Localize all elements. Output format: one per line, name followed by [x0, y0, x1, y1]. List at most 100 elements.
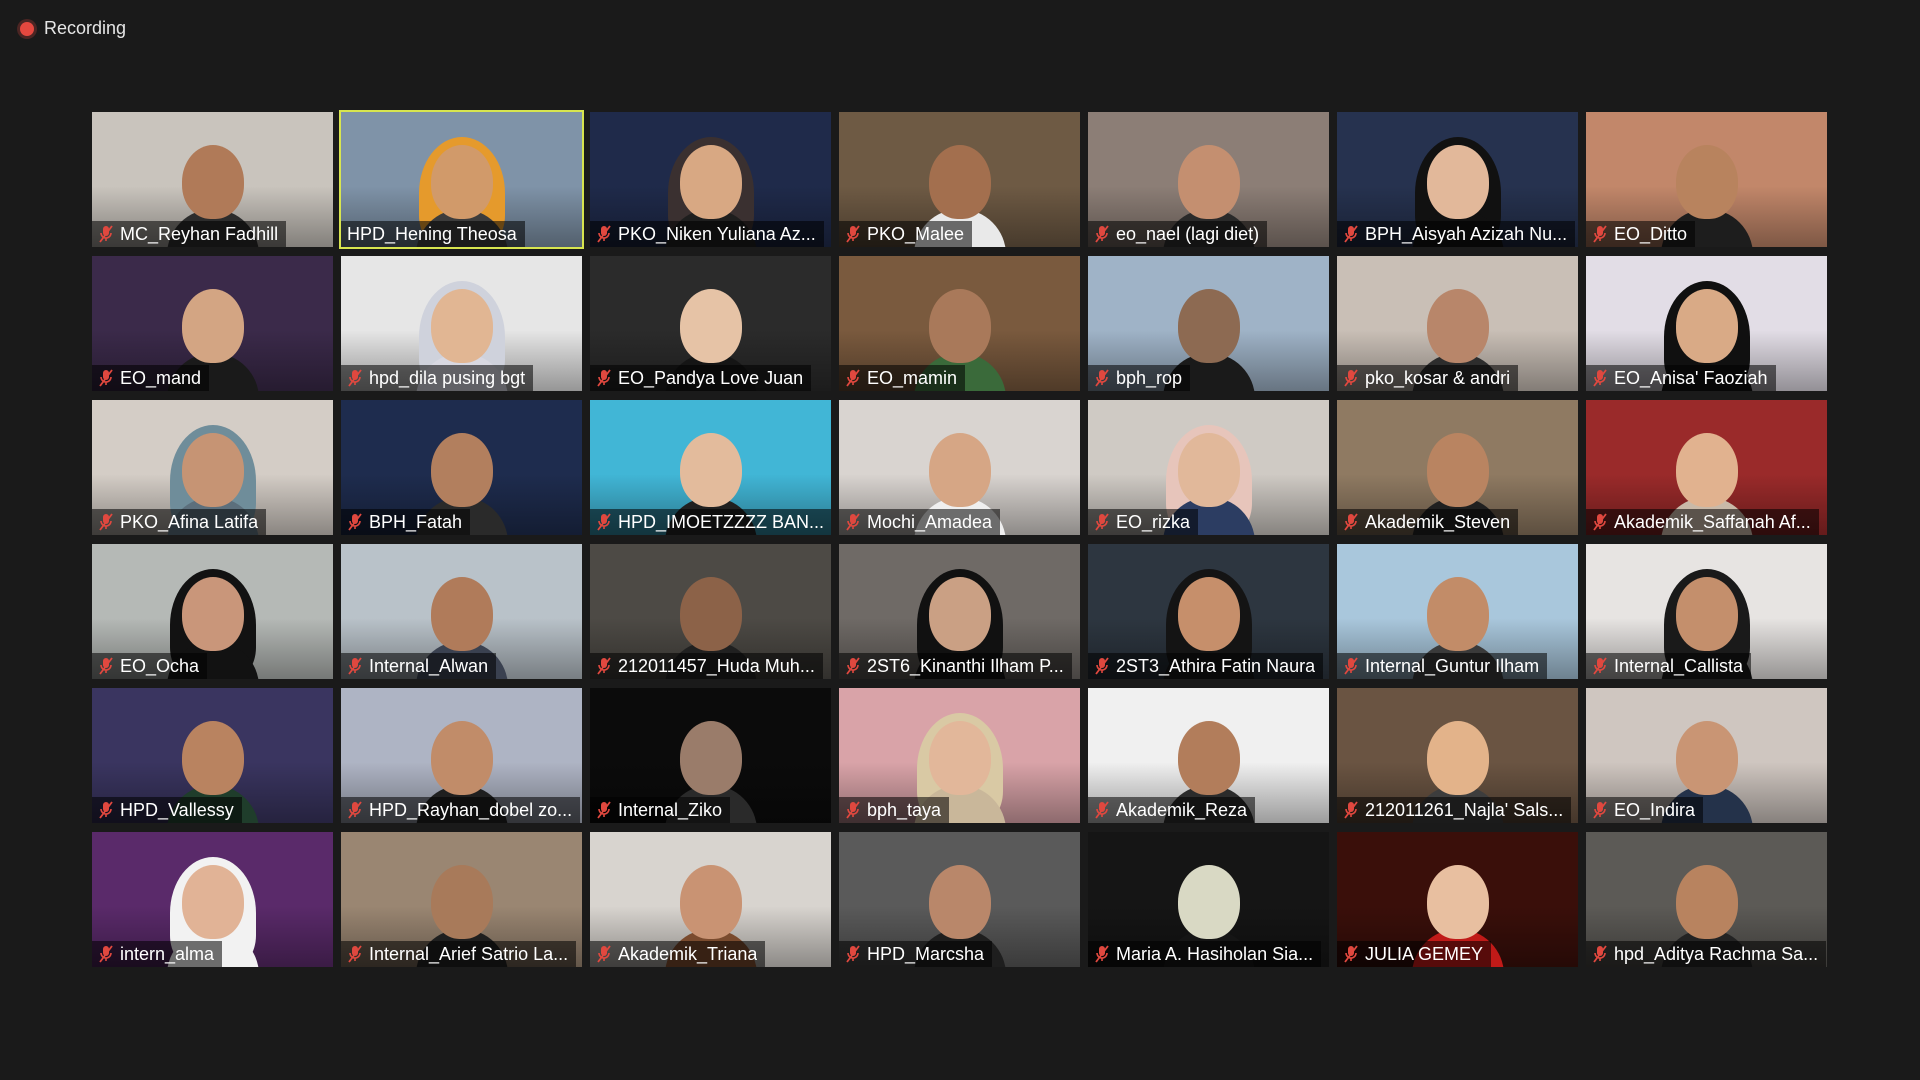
- mic-muted-icon: [846, 225, 860, 243]
- participant-name: HPD_Marcsha: [867, 944, 985, 964]
- participant-tile-6[interactable]: BPH_Aisyah Azizah Nu...: [1337, 112, 1578, 247]
- participant-name: PKO_Niken Yuliana Az...: [618, 224, 816, 244]
- participant-name-bar: pko_kosar & andri: [1337, 365, 1519, 391]
- mic-muted-icon: [597, 225, 611, 243]
- participant-tile-30[interactable]: HPD_Rayhan_dobel zo...: [341, 688, 582, 823]
- participant-name: bph_rop: [1116, 368, 1183, 388]
- participant-name-bar: Maria A. Hasiholan Sia...: [1088, 941, 1322, 967]
- participant-name: HPD_Hening Theosa: [347, 224, 517, 244]
- participant-name-bar: PKO_Niken Yuliana Az...: [590, 221, 824, 247]
- participant-face: [1675, 721, 1738, 795]
- participant-name: 2ST3_Athira Fatin Naura: [1116, 656, 1316, 676]
- participant-name-bar: Akademik_Triana: [590, 941, 766, 967]
- participant-tile-17[interactable]: HPD_IMOETZZZZ BAN...: [590, 400, 831, 535]
- participant-name-bar: BPH_Aisyah Azizah Nu...: [1337, 221, 1576, 247]
- participant-face: [1177, 865, 1240, 939]
- participant-name: Internal_Callista: [1614, 656, 1744, 676]
- participant-face: [1426, 289, 1489, 363]
- mic-muted-icon: [1095, 801, 1109, 819]
- participant-name-bar: Internal_Arief Satrio La...: [341, 941, 577, 967]
- participant-face: [1177, 289, 1240, 363]
- participant-tile-33[interactable]: Akademik_Reza: [1088, 688, 1329, 823]
- participant-name: eo_nael (lagi diet): [1116, 224, 1260, 244]
- participant-tile-14[interactable]: EO_Anisa' Faoziah: [1586, 256, 1827, 391]
- participant-face: [679, 721, 742, 795]
- participant-tile-41[interactable]: JULIA GEMEY: [1337, 832, 1578, 967]
- participant-tile-13[interactable]: pko_kosar & andri: [1337, 256, 1578, 391]
- participant-name-bar: EO_Indira: [1586, 797, 1704, 823]
- mic-muted-icon: [1593, 369, 1607, 387]
- participant-tile-8[interactable]: EO_mand: [92, 256, 333, 391]
- participant-tile-38[interactable]: Akademik_Triana: [590, 832, 831, 967]
- participant-tile-24[interactable]: 212011457_Huda Muh...: [590, 544, 831, 679]
- participant-tile-21[interactable]: Akademik_Saffanah Af...: [1586, 400, 1827, 535]
- participant-face: [928, 289, 991, 363]
- mic-muted-icon: [1593, 801, 1607, 819]
- participant-tile-32[interactable]: bph_taya: [839, 688, 1080, 823]
- participant-name-bar: EO_Anisa' Faoziah: [1586, 365, 1776, 391]
- participant-face: [1675, 577, 1738, 651]
- participant-name: HPD_Vallessy: [120, 800, 234, 820]
- participant-tile-28[interactable]: Internal_Callista: [1586, 544, 1827, 679]
- participant-name: 212011457_Huda Muh...: [618, 656, 815, 676]
- recording-indicator: Recording: [20, 18, 126, 39]
- participant-name: pko_kosar & andri: [1365, 368, 1511, 388]
- participant-name-bar: bph_rop: [1088, 365, 1191, 391]
- participant-tile-9[interactable]: hpd_dila pusing bgt: [341, 256, 582, 391]
- participant-name-bar: intern_alma: [92, 941, 223, 967]
- participant-tile-10[interactable]: EO_Pandya Love Juan: [590, 256, 831, 391]
- participant-face: [1177, 721, 1240, 795]
- participant-tile-20[interactable]: Akademik_Steven: [1337, 400, 1578, 535]
- mic-muted-icon: [99, 513, 113, 531]
- participant-tile-31[interactable]: Internal_Ziko: [590, 688, 831, 823]
- mic-muted-icon: [1344, 657, 1358, 675]
- participant-name-bar: 2ST6_Kinanthi Ilham P...: [839, 653, 1072, 679]
- participant-name: Maria A. Hasiholan Sia...: [1116, 944, 1314, 964]
- participant-tile-1[interactable]: MC_Reyhan Fadhill: [92, 112, 333, 247]
- participant-tile-22[interactable]: EO_Ocha: [92, 544, 333, 679]
- participant-tile-29[interactable]: HPD_Vallessy: [92, 688, 333, 823]
- participant-name-bar: hpd_Aditya Rachma Sa...: [1586, 941, 1827, 967]
- participant-face: [1675, 865, 1738, 939]
- participant-tile-12[interactable]: bph_rop: [1088, 256, 1329, 391]
- participant-tile-19[interactable]: EO_rizka: [1088, 400, 1329, 535]
- mic-muted-icon: [597, 801, 611, 819]
- mic-muted-icon: [1593, 513, 1607, 531]
- participant-tile-25[interactable]: 2ST6_Kinanthi Ilham P...: [839, 544, 1080, 679]
- participant-tile-26[interactable]: 2ST3_Athira Fatin Naura: [1088, 544, 1329, 679]
- participant-face: [928, 721, 991, 795]
- participant-tile-27[interactable]: Internal_Guntur Ilham: [1337, 544, 1578, 679]
- participant-name-bar: hpd_dila pusing bgt: [341, 365, 534, 391]
- participant-name: MC_Reyhan Fadhill: [120, 224, 279, 244]
- mic-muted-icon: [1344, 801, 1358, 819]
- participant-tile-36[interactable]: intern_alma: [92, 832, 333, 967]
- participant-name: PKO_Malee: [867, 224, 965, 244]
- participant-tile-34[interactable]: 212011261_Najla' Sals...: [1337, 688, 1578, 823]
- participant-tile-39[interactable]: HPD_Marcsha: [839, 832, 1080, 967]
- participant-tile-42[interactable]: hpd_Aditya Rachma Sa...: [1586, 832, 1827, 967]
- participant-tile-3[interactable]: PKO_Niken Yuliana Az...: [590, 112, 831, 247]
- participant-tile-18[interactable]: Mochi_Amadea: [839, 400, 1080, 535]
- participant-face: [181, 145, 244, 219]
- participant-tile-4[interactable]: PKO_Malee: [839, 112, 1080, 247]
- participant-face: [928, 865, 991, 939]
- participant-name-bar: HPD_Marcsha: [839, 941, 993, 967]
- participant-name-bar: EO_Ocha: [92, 653, 208, 679]
- participant-name-bar: PKO_Malee: [839, 221, 973, 247]
- participant-tile-23[interactable]: Internal_Alwan: [341, 544, 582, 679]
- participant-tile-2[interactable]: HPD_Hening Theosa: [339, 110, 584, 249]
- participant-tile-35[interactable]: EO_Indira: [1586, 688, 1827, 823]
- participant-tile-15[interactable]: PKO_Afina Latifa: [92, 400, 333, 535]
- participant-name-bar: EO_Ditto: [1586, 221, 1696, 247]
- participant-tile-11[interactable]: EO_mamin: [839, 256, 1080, 391]
- participant-tile-5[interactable]: eo_nael (lagi diet): [1088, 112, 1329, 247]
- participant-name: BPH_Fatah: [369, 512, 463, 532]
- participant-tile-7[interactable]: EO_Ditto: [1586, 112, 1827, 247]
- participant-name: EO_Indira: [1614, 800, 1696, 820]
- participant-tile-37[interactable]: Internal_Arief Satrio La...: [341, 832, 582, 967]
- participant-name-bar: PKO_Afina Latifa: [92, 509, 267, 535]
- participant-tile-16[interactable]: BPH_Fatah: [341, 400, 582, 535]
- mic-muted-icon: [1593, 945, 1607, 963]
- participant-tile-40[interactable]: Maria A. Hasiholan Sia...: [1088, 832, 1329, 967]
- participant-face: [181, 721, 244, 795]
